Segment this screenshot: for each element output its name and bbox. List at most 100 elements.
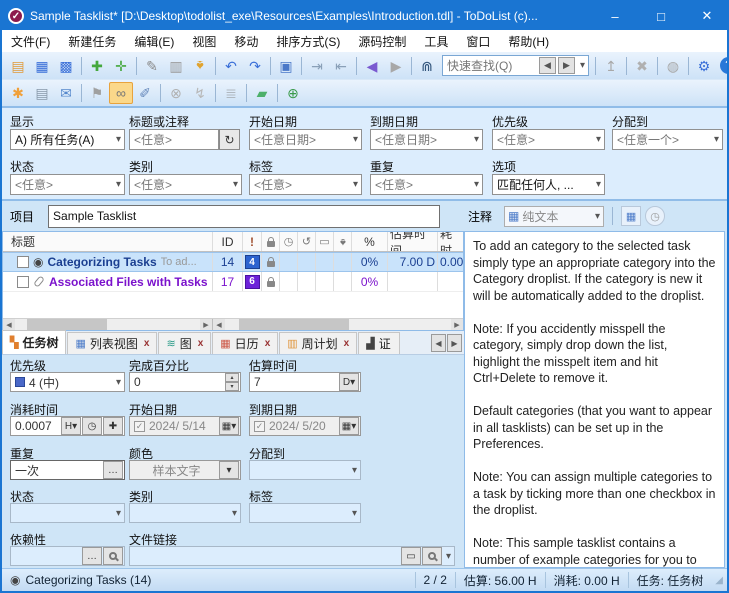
estimate-unit-button[interactable]: D▾ [339, 373, 359, 391]
col-id[interactable]: ID [213, 232, 243, 251]
filter-recurrence-combo[interactable]: <任意>▾ [370, 174, 483, 195]
delete-task-icon[interactable]: ✖ [630, 55, 654, 77]
attr-status-combo[interactable]: ▾ [10, 503, 125, 523]
reminder-bell-icon[interactable]: ♠ [188, 55, 212, 77]
filter-due-date-combo[interactable]: <任意日期>▾ [370, 129, 483, 150]
file-link-search-icon[interactable] [422, 547, 442, 565]
tab-calendar[interactable]: ▦ 日历 x [212, 332, 278, 354]
scroll-right-icon[interactable]: ▶ [451, 319, 463, 330]
start-date-calendar-icon[interactable]: ▦▾ [219, 417, 239, 435]
menu-item-4[interactable]: 移动 [225, 30, 267, 52]
filter-tag-combo[interactable]: <任意>▾ [249, 174, 362, 195]
recurrence-ellipsis-button[interactable]: … [103, 461, 123, 479]
attr-percent-input[interactable]: 0 ▴▾ [129, 372, 241, 392]
start-date-checkbox[interactable]: ✓ [134, 421, 145, 432]
task-card-icon[interactable]: ▥ [164, 55, 188, 77]
find-tasks-icon[interactable]: ⋒ [415, 55, 439, 77]
task-row[interactable]: ◉ Categorizing Tasks To ad... 14 4 0% 7.… [3, 252, 463, 272]
comments-format-combo[interactable]: ▦ 纯文本 ▾ [504, 206, 604, 227]
scroll-log-icon[interactable]: ≣ [219, 82, 243, 104]
scrollbar-thumb[interactable] [27, 319, 107, 330]
attr-category-combo[interactable]: ▾ [129, 503, 241, 523]
filter-assigned-to-combo[interactable]: <任意一个>▾ [612, 129, 723, 150]
tabs-scroll-right-icon[interactable]: ▶ [447, 334, 462, 352]
quick-find-input[interactable] [447, 59, 539, 73]
redo-icon[interactable]: ↷ [243, 55, 267, 77]
col-recurrence[interactable]: ↺ [298, 232, 316, 251]
lock-tasklist-icon[interactable]: ◍ [661, 55, 685, 77]
time-spent-unit-button[interactable]: H▾ [61, 417, 81, 435]
attr-recurrence-input[interactable]: 一次 … [10, 460, 125, 480]
close-tab-icon[interactable]: x [198, 338, 204, 349]
scroll-left-icon[interactable]: ◀ [3, 319, 15, 330]
close-tab-icon[interactable]: x [344, 338, 350, 349]
task-checkbox[interactable] [17, 276, 29, 288]
attr-color-combo[interactable]: 样本文字 ▾ [129, 460, 241, 480]
next-task-icon[interactable]: ▶ [384, 55, 408, 77]
outdent-task-icon[interactable]: ⇤ [329, 55, 353, 77]
menu-item-5[interactable]: 排序方式(S) [267, 30, 349, 52]
undo-icon[interactable]: ↶ [219, 55, 243, 77]
filter-category-combo[interactable]: <任意>▾ [129, 174, 242, 195]
indent-task-icon[interactable]: ⇥ [305, 55, 329, 77]
print-icon[interactable]: ▤ [30, 82, 54, 104]
maximize-view-icon[interactable]: ▣ [274, 55, 298, 77]
menu-item-6[interactable]: 源码控制 [349, 30, 415, 52]
file-link-browse-icon[interactable]: ▭ [401, 547, 421, 565]
cleanup-icon[interactable]: ✐ [133, 82, 157, 104]
attr-time-spent-input[interactable]: 0.0007 H▾ ◷ ✚ [10, 416, 125, 436]
insert-date-button[interactable]: ▦ [621, 206, 641, 226]
color-dropdown-icon[interactable]: ▾ [219, 461, 239, 479]
scrollbar-thumb[interactable] [239, 319, 349, 330]
maximize-button[interactable]: □ [641, 2, 681, 30]
ticket-icon[interactable]: ▰ [250, 82, 274, 104]
dependency-ellipsis-button[interactable]: … [82, 547, 102, 565]
due-date-calendar-icon[interactable]: ▦▾ [339, 417, 359, 435]
filter-options-combo[interactable]: 匹配任何人, ...▾ [492, 174, 605, 195]
tab-week-planner[interactable]: ▥ 周计划 x [279, 332, 357, 354]
add-time-icon[interactable]: ✚ [103, 417, 123, 435]
help-icon[interactable]: ? [720, 57, 729, 74]
open-file-icon[interactable]: ▤ [6, 55, 30, 77]
attr-due-date-picker[interactable]: ✓ 2024/ 5/20 ▦▾ [249, 416, 361, 436]
task-row[interactable]: Associated Files with Tasks 17 6 0% [3, 272, 463, 292]
new-subtask-icon[interactable]: ✛ [109, 55, 133, 77]
col-spent[interactable]: 消耗时间 [438, 232, 463, 251]
percent-spinner[interactable]: ▴▾ [225, 373, 239, 391]
insert-time-button[interactable]: ◷ [645, 206, 665, 226]
attr-file-link-input[interactable]: ▭ ▾ [129, 546, 455, 566]
new-tasklist-icon[interactable]: ✱ [6, 82, 30, 104]
col-priority[interactable]: ! [243, 232, 262, 251]
resize-grip[interactable]: ◢ [715, 575, 723, 586]
close-tab-icon[interactable]: x [144, 338, 150, 349]
menu-item-8[interactable]: 窗口 [457, 30, 499, 52]
save-all-icon[interactable]: ▩ [54, 55, 78, 77]
menu-item-9[interactable]: 帮助(H) [499, 30, 558, 52]
col-filelink[interactable]: ▭ [316, 232, 334, 251]
tab-task-tree[interactable]: ▚ 任务树 [2, 330, 66, 354]
preferences-gear-icon[interactable]: ⚙ [692, 55, 716, 77]
time-track-clock-icon[interactable]: ◷ [82, 417, 102, 435]
menu-item-7[interactable]: 工具 [415, 30, 457, 52]
col-estimate[interactable]: 估算时间 [388, 232, 438, 251]
new-task-icon[interactable]: ✚ [85, 55, 109, 77]
save-file-icon[interactable]: ▦ [30, 55, 54, 77]
filter-show-combo[interactable]: A) 所有任务(A)▾ [10, 129, 125, 150]
col-title[interactable]: 标题 [3, 232, 213, 251]
scroll-left-icon[interactable]: ◀ [213, 319, 225, 330]
menu-item-0[interactable]: 文件(F) [2, 30, 59, 52]
filter-status-combo[interactable]: <任意>▾ [10, 174, 125, 195]
menu-item-3[interactable]: 视图 [183, 30, 225, 52]
web-icon[interactable]: ⊕ [281, 82, 305, 104]
quick-find-prev-icon[interactable]: ◀ [539, 57, 556, 74]
comments-text[interactable]: To add an category to the selected task … [464, 231, 725, 568]
col-lock[interactable] [262, 232, 280, 251]
task-link-icon[interactable]: ∞ [109, 82, 133, 104]
edit-task-icon[interactable]: ✎ [140, 55, 164, 77]
close-tab-icon[interactable]: x [265, 338, 271, 349]
col-percent[interactable]: % [352, 232, 388, 251]
col-time[interactable]: ◷ [280, 232, 298, 251]
flag-icon[interactable]: ⚑ [85, 82, 109, 104]
menu-item-2[interactable]: 编辑(E) [125, 30, 183, 52]
scroll-right-icon[interactable]: ▶ [200, 319, 212, 330]
